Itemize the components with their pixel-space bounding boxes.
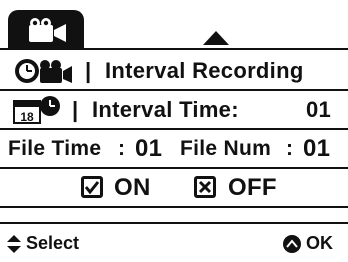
file-num-value[interactable]: 01 [303, 130, 330, 167]
interval-time-label: Interval Time: [92, 97, 239, 122]
interval-recording-row[interactable]: | Interval Recording [0, 52, 348, 89]
file-num-label: File Num [180, 137, 272, 160]
interval-recording-label: Interval Recording [105, 58, 304, 83]
ok-hint-label: OK [306, 233, 333, 253]
interval-time-row[interactable]: 18 | Interval Time: 01 [0, 91, 348, 128]
file-time-label: File Time [8, 137, 102, 160]
select-hint-label: Select [26, 233, 80, 253]
footer-divider [0, 222, 348, 224]
interval-time-value[interactable]: 01 [306, 91, 331, 128]
x-box-icon [194, 176, 216, 198]
on-off-row: ON OFF [0, 169, 348, 206]
file-settings-row[interactable]: File Time : 01 File Num : 01 [0, 130, 348, 167]
checked-box-icon [81, 176, 103, 198]
footer-hints: Select OK [0, 225, 348, 262]
off-label: OFF [228, 174, 277, 201]
file-time-colon: : [118, 137, 126, 160]
scroll-up-arrow-icon[interactable] [203, 31, 229, 45]
ok-button-icon [283, 235, 301, 253]
time-separator: | [72, 97, 79, 122]
timer-camera-icon [15, 59, 72, 83]
video-camera-icon [29, 18, 66, 42]
file-num-colon: : [286, 137, 294, 160]
on-label: ON [114, 174, 151, 201]
header-divider [0, 48, 348, 50]
calendar-day-text: 18 [20, 110, 34, 124]
menu-screen: | Interval Recording 18 | Interval Time:… [0, 0, 348, 262]
row-divider [0, 206, 348, 208]
file-time-value[interactable]: 01 [135, 130, 162, 167]
up-down-arrows-icon [7, 235, 21, 253]
mode-separator: | [85, 58, 92, 83]
calendar-clock-icon: 18 [13, 96, 60, 124]
video-mode-tab[interactable] [8, 10, 84, 48]
